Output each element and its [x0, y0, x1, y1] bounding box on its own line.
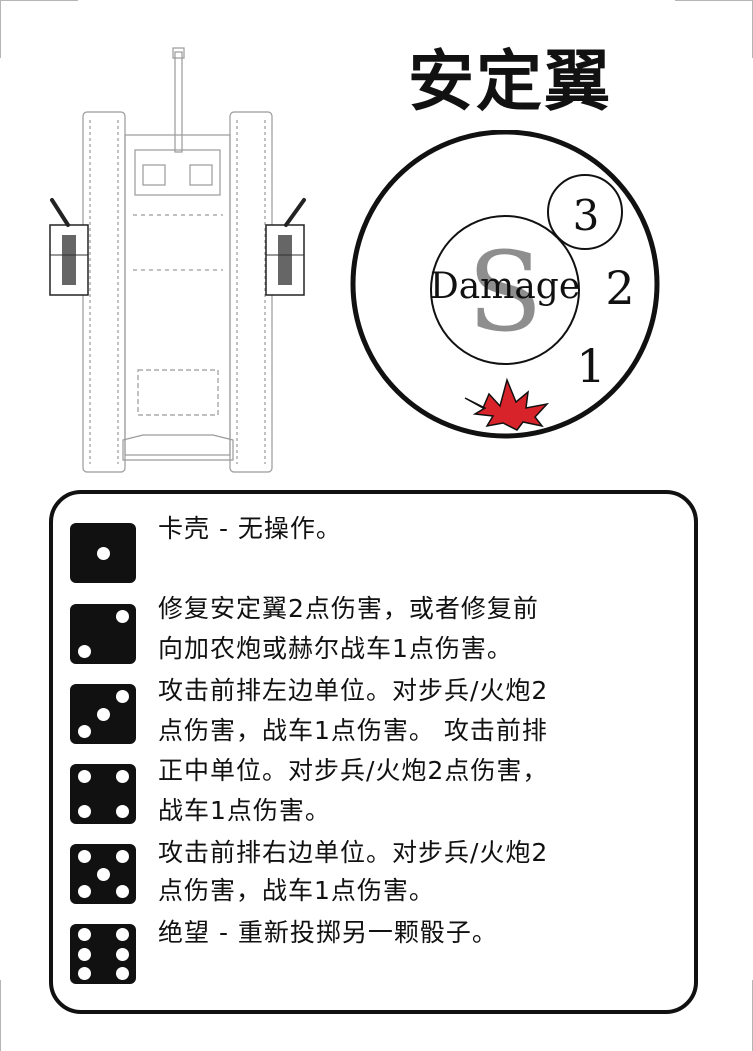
- outcome-6-line-1: 绝望 - 重新投掷另一颗骰子。: [158, 918, 498, 947]
- crop-mark: [675, 0, 753, 1]
- outcome-2-line-2: 向加农炮或赫尔战车1点伤害。: [158, 634, 513, 663]
- outcome-5-line-2: 点伤害，战车1点伤害。: [158, 876, 435, 905]
- die-four-icon: [70, 764, 136, 824]
- gauge-level-3: 3: [573, 191, 600, 240]
- outcome-4-line-2: 战车1点伤害。: [158, 796, 331, 825]
- outcome-1-line-1: 卡壳 - 无操作。: [158, 514, 342, 543]
- die-five-icon: [70, 844, 136, 904]
- outcome-2-line-1: 修复安定翼2点伤害，或者修复前: [158, 594, 539, 623]
- die-two-icon: [70, 604, 136, 664]
- outcome-3-line-1: 攻击前排左边单位。对步兵/火炮2: [158, 676, 549, 705]
- card-title: 安定翼: [408, 43, 612, 120]
- gauge-level-2: 2: [605, 261, 634, 315]
- crop-mark: [0, 980, 1, 1051]
- outcome-5-line-1: 攻击前排右边单位。对步兵/火炮2: [158, 838, 549, 867]
- gauge-label: Damage: [430, 266, 580, 307]
- tank-illustration: [49, 47, 306, 473]
- crop-mark: [0, 0, 1, 58]
- gauge-level-1: 1: [576, 339, 605, 393]
- die-three-icon: [70, 684, 136, 744]
- die-one-icon: [70, 523, 136, 583]
- outcome-4-line-1: 正中单位。对步兵/火炮2点伤害，: [158, 756, 549, 785]
- die-six-icon: [70, 924, 136, 984]
- outcome-3-line-2: 点伤害，战车1点伤害。 攻击前排: [158, 716, 548, 745]
- damage-gauge: S Damage 3 2 1: [350, 130, 660, 439]
- crop-mark: [0, 0, 78, 1]
